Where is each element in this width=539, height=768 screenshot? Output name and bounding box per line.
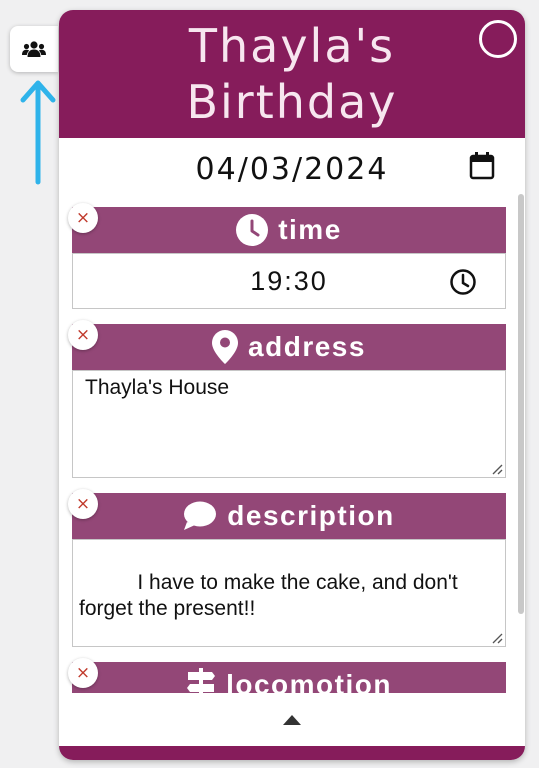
address-value: Thayla's House — [85, 376, 230, 399]
time-field-header: time — [72, 207, 506, 253]
remove-address-button[interactable]: × — [68, 320, 98, 350]
locomotion-field-header: locomotion — [72, 662, 506, 693]
calendar-icon[interactable] — [469, 152, 495, 180]
people-group-icon — [22, 41, 46, 57]
remove-description-button[interactable]: × — [68, 489, 98, 519]
fields-scroll-area[interactable]: × time 19:30 × address Thayla's House × … — [59, 200, 525, 693]
address-field-header: address — [72, 324, 506, 370]
status-toggle-circle[interactable] — [479, 20, 517, 58]
locomotion-field-label: locomotion — [226, 669, 392, 693]
address-field-label: address — [248, 331, 366, 362]
signpost-icon — [187, 668, 216, 693]
time-field-label: time — [278, 214, 342, 245]
caret-up-icon[interactable] — [283, 714, 301, 725]
guests-tab-button[interactable] — [10, 26, 58, 72]
event-header: Thayla's Birthday — [59, 10, 525, 138]
description-field-header: description — [72, 493, 506, 539]
collapse-bar[interactable] — [59, 693, 525, 746]
location-pin-icon — [212, 330, 239, 364]
description-field-label: description — [227, 500, 395, 531]
date-row: 04/03/2024 — [59, 138, 525, 200]
scrollbar-thumb[interactable] — [518, 194, 524, 614]
arrow-up-icon — [20, 80, 56, 185]
event-card: Thayla's Birthday 04/03/2024 × time 19:3… — [59, 10, 525, 760]
remove-time-button[interactable]: × — [68, 203, 98, 233]
clock-icon[interactable] — [449, 268, 477, 296]
description-value: I have to make the cake, and don't forge… — [79, 571, 464, 620]
event-title-line2: Birthday — [186, 75, 398, 129]
resize-grip-icon[interactable] — [491, 632, 503, 644]
card-footer-band — [59, 746, 525, 760]
clock-filled-icon — [236, 214, 269, 246]
time-value: 19:30 — [250, 265, 328, 296]
time-input[interactable]: 19:30 — [72, 253, 506, 309]
address-textarea[interactable]: Thayla's House — [72, 370, 506, 478]
description-textarea[interactable]: I have to make the cake, and don't forge… — [72, 539, 506, 647]
date-input[interactable]: 04/03/2024 — [196, 152, 389, 187]
event-title-line1: Thayla's — [188, 19, 396, 73]
resize-grip-icon[interactable] — [491, 463, 503, 475]
remove-locomotion-button[interactable]: × — [68, 658, 98, 688]
event-title: Thayla's Birthday — [59, 18, 525, 130]
speech-bubble-icon — [184, 501, 217, 530]
